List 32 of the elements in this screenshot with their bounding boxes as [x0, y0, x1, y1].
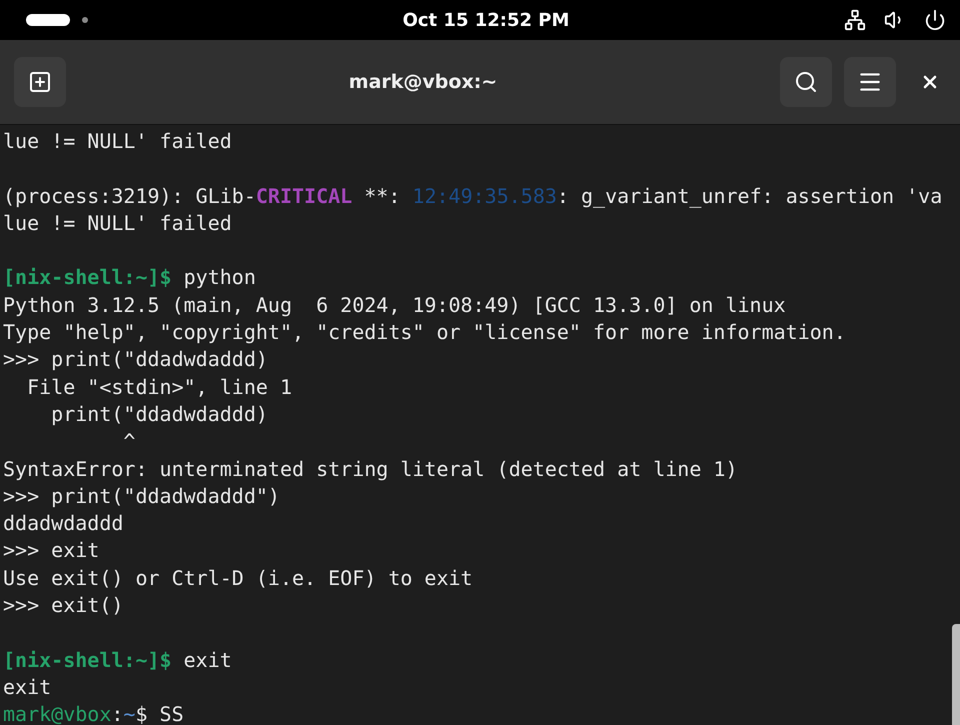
window-title: mark@vbox:~: [348, 71, 498, 93]
workspace-dot: [82, 17, 88, 23]
terminal-area[interactable]: [0, 125, 960, 725]
terminal-line: ddadwdaddd: [3, 510, 124, 538]
terminal-line: >>> print("ddadwdaddd): [3, 346, 269, 374]
terminal-line: File "<stdin>", line 1: [26, 374, 293, 401]
power-icon[interactable]: [924, 9, 946, 31]
network-icon[interactable]: [844, 9, 866, 31]
terminal-line: [nix-shell:~]$ exit: [3, 646, 233, 674]
terminal-line: Type "help", "copyright", "credits" or "license" for more information.: [3, 319, 847, 346]
plus-square-icon: [28, 70, 52, 94]
terminal-line: [nix-shell:~]$ python: [3, 264, 257, 292]
terminal-line: lue != NULL' failed: [3, 128, 233, 155]
terminal-line: >>> exit(): [3, 592, 124, 620]
terminal-line: SyntaxError: unterminated string literal (detected at line 1): [3, 456, 739, 483]
menu-button[interactable]: [844, 57, 896, 107]
scrollbar[interactable]: [952, 624, 960, 725]
terminal-line: mark@vbox:~$ SS: [3, 701, 185, 725]
search-button[interactable]: [780, 57, 832, 107]
terminal-line: lue != NULL' failed: [3, 210, 233, 237]
terminal-line: >>> print("ddadwdaddd"): [3, 482, 281, 510]
terminal-line: exit: [3, 674, 52, 701]
terminal-line: print("ddadwdaddd): [50, 400, 269, 428]
terminal-line: Python 3.12.5 (main, Aug 6 2024, 19:08:49) [GCC 13.3.0] on linux: [3, 292, 787, 319]
terminal-line: Use exit() or Ctrl-D (i.e. EOF) to exit: [3, 564, 474, 592]
clock[interactable]: Oct 15 12:52 PM: [402, 10, 570, 30]
new-tab-button[interactable]: [14, 57, 66, 107]
search-icon: [794, 70, 818, 94]
terminal-line: (process:3219): GLib-CRITICAL **: 12:49:35.583: g_variant_unref: assertion 'va: [3, 182, 944, 210]
terminal-line: ^: [122, 428, 136, 456]
terminal-line: >>> exit: [3, 537, 100, 564]
activities-indicator[interactable]: [26, 14, 70, 26]
